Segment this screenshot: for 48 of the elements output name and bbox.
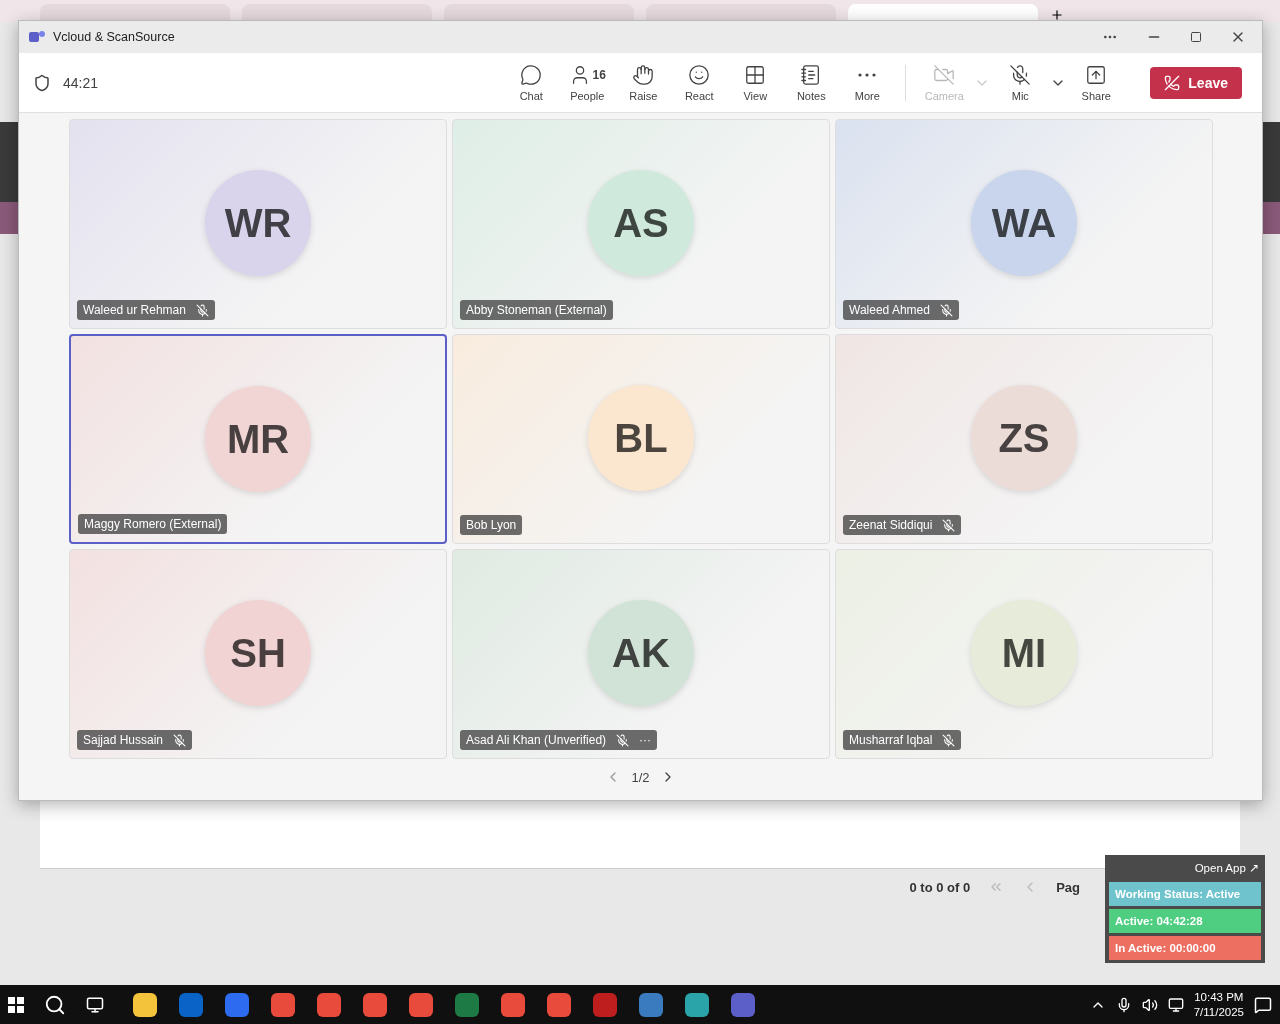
participant-tile[interactable]: ZS Zeenat Siddiqui: [835, 334, 1213, 544]
call-timer: 44:21: [63, 74, 99, 91]
participant-tile[interactable]: MI Musharraf Iqbal: [835, 549, 1213, 759]
avatar: WR: [205, 170, 311, 276]
avatar: AK: [588, 600, 694, 706]
participant-tile[interactable]: BL Bob Lyon: [452, 334, 830, 544]
open-app-link[interactable]: Open App ↗: [1192, 859, 1261, 879]
toolbar-button[interactable]: Share: [1070, 57, 1123, 108]
avatar: SH: [205, 600, 311, 706]
page-indicator: 1/2: [631, 769, 650, 785]
toolbar-button[interactable]: Chat: [505, 57, 558, 108]
status-row: In Active: 00:00:00: [1109, 936, 1261, 960]
toolbar-button[interactable]: React: [673, 57, 726, 108]
status-row: Working Status: Active: [1109, 882, 1261, 906]
participant-name: Asad Ali Khan (Unverified): [466, 733, 607, 747]
toolbar-button[interactable]: Notes: [785, 57, 838, 108]
participant-tile[interactable]: WR Waleed ur Rehman: [69, 119, 447, 329]
participant-name: Bob Lyon: [466, 518, 517, 532]
status-row: Active: 04:42:28: [1109, 909, 1261, 933]
participant-tile[interactable]: AK Asad Ali Khan (Unverified) ···: [452, 549, 830, 759]
participant-name: Waleed ur Rehman: [83, 303, 186, 317]
avatar: AS: [588, 170, 694, 276]
avatar: MR: [205, 386, 311, 492]
participant-tile[interactable]: AS Abby Stoneman (External): [452, 119, 830, 329]
page-text: Pag: [1056, 879, 1080, 895]
participant-tile[interactable]: WA Waleed Ahmed: [835, 119, 1213, 329]
participant-name: Musharraf Iqbal: [849, 733, 933, 747]
toolbar-button[interactable]: 16 People: [561, 57, 614, 108]
avatar: MI: [971, 600, 1077, 706]
more-options[interactable]: ···: [639, 733, 652, 747]
window-title: Vcloud & ScanSource: [53, 30, 175, 44]
participant-name: Maggy Romero (External): [84, 517, 222, 531]
avatar: WA: [971, 170, 1077, 276]
participant-name: Zeenat Siddiqui: [849, 518, 933, 532]
toolbar-button[interactable]: More: [841, 57, 894, 108]
participant-name: Waleed Ahmed: [849, 303, 930, 317]
participant-name: Abby Stoneman (External): [466, 303, 607, 317]
clock[interactable]: 10:43 PM 7/11/2025: [1193, 989, 1244, 1020]
participant-tile[interactable]: SH Sajjad Hussain: [69, 549, 447, 759]
avatar: BL: [588, 385, 694, 491]
avatar: ZS: [971, 385, 1077, 491]
participant-name: Sajjad Hussain: [83, 733, 164, 747]
range-text: 0 to 0 of 0: [909, 879, 971, 895]
participant-tile[interactable]: MR Maggy Romero (External): [69, 334, 447, 544]
leave-button[interactable]: Leave: [1150, 66, 1242, 99]
toolbar-button[interactable]: Raise: [617, 57, 670, 108]
toolbar-button[interactable]: View: [729, 57, 782, 108]
toolbar-button[interactable]: Mic: [994, 57, 1047, 108]
